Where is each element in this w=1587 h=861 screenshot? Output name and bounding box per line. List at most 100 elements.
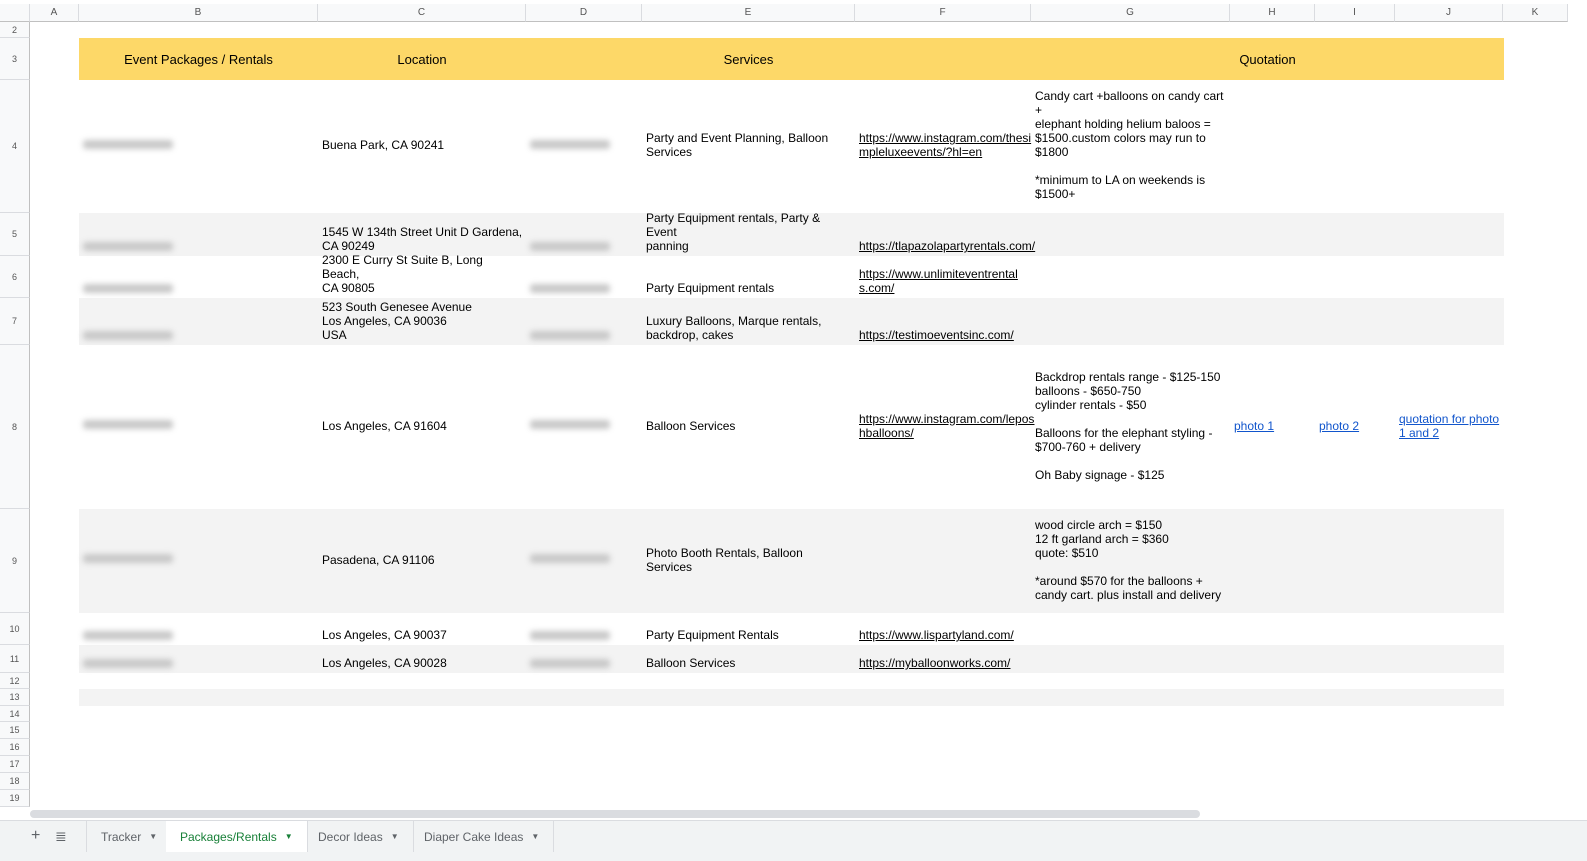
photo-quotation-link-text[interactable]: quotation for photo 1 and 2 [1399, 412, 1500, 440]
services-cell-text[interactable]: Party Equipment rentals, Party & Event p… [646, 211, 852, 253]
add-sheet-icon[interactable]: + [31, 827, 40, 845]
services-cell-text[interactable]: Balloon Services [646, 656, 852, 670]
row-header-15[interactable]: 15 [0, 722, 30, 739]
row-header-2[interactable]: 2 [0, 22, 30, 38]
row-header-5[interactable]: 5 [0, 213, 30, 256]
location-cell-text[interactable]: 523 South Genesee Avenue Los Angeles, CA… [322, 300, 523, 342]
row-header-16[interactable]: 16 [0, 739, 30, 756]
tab-diaper-cake-ideas[interactable]: Diaper Cake Ideas ▼ [410, 821, 555, 852]
services-cell[interactable]: Party and Event Planning, Balloon Servic… [642, 80, 855, 213]
website-link[interactable]: https://www.unlimiteventrental s.com/ [855, 256, 1031, 298]
services-cell-text[interactable]: Photo Booth Rentals, Balloon Services [646, 546, 852, 574]
vendor-name-cell[interactable] [79, 509, 318, 613]
column-header-c[interactable]: C [318, 4, 526, 22]
location-cell[interactable]: Buena Park, CA 90241 [318, 80, 526, 213]
column-header-d[interactable]: D [526, 4, 642, 22]
services-cell-text[interactable]: Luxury Balloons, Marque rentals, backdro… [646, 314, 852, 342]
phone-cell[interactable] [526, 613, 642, 645]
photo-1-link-text[interactable]: photo 1 [1234, 419, 1312, 433]
column-header-f[interactable]: F [855, 4, 1031, 22]
quotation-cell-text[interactable]: Backdrop rentals range - $125-150 balloo… [1035, 370, 1227, 482]
column-header-g[interactable]: G [1031, 4, 1230, 22]
location-cell-text[interactable]: 1545 W 134th Street Unit D Gardena, CA 9… [322, 225, 523, 253]
website-link-text[interactable]: https://www.instagram.com/thesi mpleluxe… [859, 131, 1031, 159]
location-cell-text[interactable]: Pasadena, CA 91106 [322, 553, 523, 567]
location-cell-text[interactable]: Los Angeles, CA 90037 [322, 628, 523, 642]
services-cell[interactable]: Party Equipment rentals, Party & Event p… [642, 211, 855, 256]
location-cell[interactable]: 2300 E Curry St Suite B, Long Beach, CA … [318, 253, 526, 298]
website-link[interactable]: https://testimoeventsinc.com/ [855, 298, 1031, 345]
quotation-cell-text[interactable]: Candy cart +balloons on candy cart + ele… [1035, 89, 1227, 201]
column-header-b[interactable]: B [79, 4, 318, 22]
row-header-13[interactable]: 13 [0, 689, 30, 706]
row-header-18[interactable]: 18 [0, 773, 30, 790]
location-cell-text[interactable]: 2300 E Curry St Suite B, Long Beach, CA … [322, 253, 523, 295]
row-header-11[interactable]: 11 [0, 645, 30, 673]
row-header-8[interactable]: 8 [0, 345, 30, 509]
website-link[interactable]: https://www.instagram.com/lepos hballoon… [855, 345, 1034, 509]
vendor-name-cell[interactable] [79, 256, 318, 298]
row-header-9[interactable]: 9 [0, 509, 30, 613]
column-header-a[interactable]: A [30, 4, 79, 22]
website-link-text[interactable]: https://www.lispartyland.com/ [859, 628, 1028, 642]
services-cell[interactable]: Balloon Services [642, 345, 855, 509]
services-cell-text[interactable]: Party Equipment Rentals [646, 628, 852, 642]
vendor-name-cell[interactable] [79, 213, 318, 256]
tab-packages-rentals[interactable]: Packages/Rentals ▼ [166, 821, 308, 852]
column-header-j[interactable]: J [1395, 4, 1503, 22]
vendor-name-cell[interactable] [79, 80, 318, 213]
website-link-text[interactable]: https://www.unlimiteventrental s.com/ [859, 267, 1028, 295]
tab-decor-ideas[interactable]: Decor Ideas ▼ [304, 821, 414, 852]
services-cell[interactable]: Party Equipment rentals [642, 256, 855, 298]
quotation-cell[interactable]: Candy cart +balloons on candy cart + ele… [1031, 80, 1230, 213]
website-link-text[interactable]: https://testimoeventsinc.com/ [859, 328, 1028, 342]
website-link-text[interactable]: https://tlapazolapartyrentals.com/ [859, 239, 1035, 253]
services-cell[interactable]: Party Equipment Rentals [642, 613, 855, 645]
services-cell-text[interactable]: Party and Event Planning, Balloon Servic… [646, 131, 852, 159]
quotation-cell[interactable]: wood circle arch = $150 12 ft garland ar… [1031, 509, 1230, 613]
phone-cell[interactable] [526, 256, 642, 298]
header-services[interactable]: Services [642, 38, 855, 80]
phone-cell[interactable] [526, 645, 642, 673]
header-location[interactable]: Location [318, 38, 526, 80]
phone-cell[interactable] [526, 509, 642, 613]
services-cell-text[interactable]: Party Equipment rentals [646, 281, 852, 295]
row-header-10[interactable]: 10 [0, 613, 30, 645]
row-header-14[interactable]: 14 [0, 706, 30, 722]
row-header-4[interactable]: 4 [0, 80, 30, 213]
column-header-h[interactable]: H [1230, 4, 1315, 22]
row-header-19[interactable]: 19 [0, 790, 30, 807]
header-packages[interactable]: Event Packages / Rentals [79, 38, 318, 80]
row-header-17[interactable]: 17 [0, 756, 30, 773]
phone-cell[interactable] [526, 298, 642, 345]
location-cell[interactable]: 523 South Genesee Avenue Los Angeles, CA… [318, 298, 526, 345]
services-cell[interactable]: Balloon Services [642, 645, 855, 673]
vendor-name-cell[interactable] [79, 645, 318, 673]
vendor-name-cell[interactable] [79, 298, 318, 345]
services-cell[interactable]: Photo Booth Rentals, Balloon Services [642, 509, 855, 613]
website-link-text[interactable]: https://myballoonworks.com/ [859, 656, 1028, 670]
vendor-name-cell[interactable] [79, 613, 318, 645]
location-cell[interactable]: Pasadena, CA 91106 [318, 509, 526, 613]
photo-quotation-link[interactable]: quotation for photo 1 and 2 [1395, 345, 1503, 509]
select-all-corner[interactable] [0, 4, 30, 22]
location-cell[interactable]: Los Angeles, CA 90037 [318, 613, 526, 645]
photo-1-link[interactable]: photo 1 [1230, 345, 1315, 509]
phone-cell[interactable] [526, 345, 642, 509]
column-header-e[interactable]: E [642, 4, 855, 22]
all-sheets-menu-icon[interactable]: ≣ [55, 828, 67, 845]
row-header-12[interactable]: 12 [0, 673, 30, 689]
column-header-i[interactable]: I [1315, 4, 1395, 22]
tab-tracker[interactable]: Tracker ▼ [86, 821, 173, 852]
location-cell[interactable]: Los Angeles, CA 90028 [318, 645, 526, 673]
row-header-7[interactable]: 7 [0, 298, 30, 345]
services-cell-text[interactable]: Balloon Services [646, 419, 852, 433]
photo-2-link-text[interactable]: photo 2 [1319, 419, 1392, 433]
row-header-6[interactable]: 6 [0, 256, 30, 298]
row-header-3[interactable]: 3 [0, 38, 30, 80]
column-header-k[interactable]: K [1503, 4, 1568, 22]
website-link-text[interactable]: https://www.instagram.com/lepos hballoon… [859, 412, 1034, 440]
horizontal-scrollbar[interactable] [30, 810, 1200, 818]
quotation-cell[interactable]: Backdrop rentals range - $125-150 balloo… [1031, 345, 1230, 509]
photo-2-link[interactable]: photo 2 [1315, 345, 1395, 509]
